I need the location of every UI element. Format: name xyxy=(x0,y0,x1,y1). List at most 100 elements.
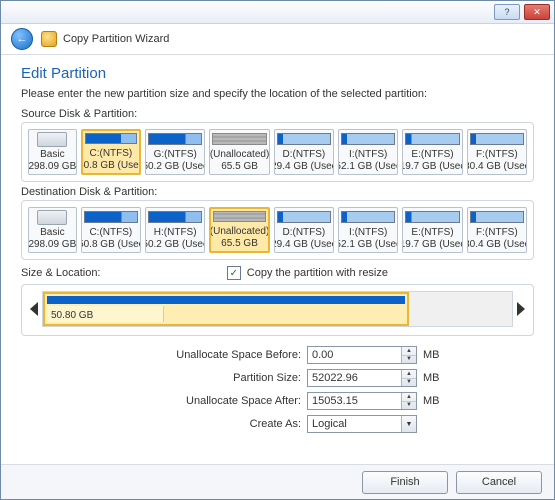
slider-fill[interactable]: 50.80 GB xyxy=(43,292,409,326)
source-partition-5[interactable]: E:(NTFS)19.7 GB (Usec xyxy=(402,129,462,175)
chevron-down-icon: ▼ xyxy=(401,416,416,432)
partition-size: 65.5 GB xyxy=(221,238,258,250)
wizard-window: ? ✕ ← Copy Partition Wizard Edit Partiti… xyxy=(0,0,555,500)
partition-size: 50.2 GB (Usec xyxy=(145,239,205,251)
source-partition-4[interactable]: I:(NTFS)52.1 GB (Usec xyxy=(338,129,398,175)
source-partition-6[interactable]: F:(NTFS)30.4 GB (Usec xyxy=(467,129,527,175)
value-create-as: Logical xyxy=(312,418,347,430)
source-partition-2[interactable]: (Unallocated)65.5 GB xyxy=(209,129,269,175)
finish-button[interactable]: Finish xyxy=(362,471,448,494)
partition-label: H:(NTFS) xyxy=(154,227,197,239)
partition-bar xyxy=(212,133,266,145)
help-button[interactable]: ? xyxy=(494,4,520,20)
row-create-as: Create As: Logical ▼ xyxy=(21,415,534,433)
partition-label: (Unallocated) xyxy=(210,149,269,161)
partition-size: 19.7 GB (Usec xyxy=(402,239,462,251)
partition-bar xyxy=(277,133,331,145)
dest-partition-6[interactable]: F:(NTFS)30.4 GB (Usec xyxy=(467,207,527,253)
dest-label: Destination Disk & Partition: xyxy=(21,186,534,198)
combo-create-as[interactable]: Logical ▼ xyxy=(307,415,417,433)
dest-partition-1[interactable]: H:(NTFS)50.2 GB (Usec xyxy=(145,207,205,253)
label-space-after: Unallocate Space After: xyxy=(21,395,307,407)
arrow-left-icon: ← xyxy=(17,33,28,45)
label-space-before: Unallocate Space Before: xyxy=(21,349,307,361)
dest-partition-4[interactable]: I:(NTFS)52.1 GB (Usec xyxy=(338,207,398,253)
back-button[interactable]: ← xyxy=(11,28,33,50)
slider-handle-left[interactable] xyxy=(30,302,38,316)
partition-size: 52.1 GB (Usec xyxy=(338,161,398,173)
partition-size: 30.4 GB (Usec xyxy=(467,161,527,173)
dest-disk-size: 298.09 GB xyxy=(28,239,76,251)
hdd-icon xyxy=(37,132,67,147)
size-slider[interactable]: 50.80 GB xyxy=(30,291,525,327)
size-location-row: Size & Location: ✓ Copy the partition wi… xyxy=(21,266,534,280)
partition-size: 50.8 GB (Usec xyxy=(81,239,141,251)
dest-partition-5[interactable]: E:(NTFS)19.7 GB (Usec xyxy=(402,207,462,253)
row-partition-size: Partition Size: 52022.96 ▲▼ MB xyxy=(21,369,534,387)
spinner-space-before[interactable]: ▲▼ xyxy=(401,347,416,363)
partition-bar xyxy=(405,211,459,223)
partition-bar xyxy=(148,211,202,223)
partition-label: I:(NTFS) xyxy=(349,227,387,239)
partition-bar xyxy=(85,133,137,144)
source-partition-0[interactable]: C:(NTFS)50.8 GB (Usec xyxy=(81,129,141,175)
page-title: Edit Partition xyxy=(21,65,534,82)
partition-bar xyxy=(341,133,395,145)
partition-label: G:(NTFS) xyxy=(154,149,197,161)
window-titlebar: ? ✕ xyxy=(1,1,554,24)
partition-size: 52.1 GB (Usec xyxy=(338,239,398,251)
hdd-icon xyxy=(37,210,67,225)
spinner-space-after[interactable]: ▲▼ xyxy=(401,393,416,409)
input-partition-size[interactable]: 52022.96 ▲▼ xyxy=(307,369,417,387)
field-rows: Unallocate Space Before: 0.00 ▲▼ MB Part… xyxy=(21,346,534,433)
dest-disk-tile[interactable]: Basic298.09 GB xyxy=(28,207,77,253)
spinner-partition-size[interactable]: ▲▼ xyxy=(401,370,416,386)
partition-bar xyxy=(341,211,395,223)
wizard-footer: Finish Cancel xyxy=(1,464,554,499)
source-partition-3[interactable]: D:(NTFS)29.4 GB (Usec xyxy=(274,129,334,175)
input-space-before[interactable]: 0.00 ▲▼ xyxy=(307,346,417,364)
slider-track[interactable]: 50.80 GB xyxy=(42,291,513,327)
partition-bar xyxy=(148,133,202,145)
partition-size: 50.2 GB (Usec xyxy=(145,161,205,173)
source-disk-tile[interactable]: Basic298.09 GB xyxy=(28,129,77,175)
dest-partition-0[interactable]: C:(NTFS)50.8 GB (Usec xyxy=(81,207,141,253)
source-disk-name: Basic xyxy=(40,149,64,161)
source-disk-size: 298.09 GB xyxy=(28,161,76,173)
copy-resize-checkbox[interactable]: ✓ xyxy=(227,266,241,280)
instruction-text: Please enter the new partition size and … xyxy=(21,88,534,100)
value-partition-size: 52022.96 xyxy=(312,372,358,384)
source-disk-panel: Basic298.09 GBC:(NTFS)50.8 GB (UsecG:(NT… xyxy=(21,122,534,182)
unit-size: MB xyxy=(423,372,440,384)
source-label: Source Disk & Partition: xyxy=(21,108,534,120)
label-create-as: Create As: xyxy=(21,418,307,430)
slider-used-bar xyxy=(47,296,405,304)
close-button[interactable]: ✕ xyxy=(524,4,550,20)
partition-label: E:(NTFS) xyxy=(411,149,453,161)
partition-bar xyxy=(470,211,524,223)
content-area: Edit Partition Please enter the new part… xyxy=(1,55,554,464)
row-space-before: Unallocate Space Before: 0.00 ▲▼ MB xyxy=(21,346,534,364)
partition-size: 19.7 GB (Usec xyxy=(402,161,462,173)
partition-label: D:(NTFS) xyxy=(282,149,325,161)
input-space-after[interactable]: 15053.15 ▲▼ xyxy=(307,392,417,410)
wizard-header: ← Copy Partition Wizard xyxy=(1,24,554,55)
partition-size: 50.8 GB (Usec xyxy=(81,160,141,172)
partition-label: D:(NTFS) xyxy=(282,227,325,239)
slider-handle-right[interactable] xyxy=(517,302,525,316)
dest-disk-panel: Basic298.09 GBC:(NTFS)50.8 GB (UsecH:(NT… xyxy=(21,200,534,260)
wizard-icon xyxy=(41,31,57,47)
partition-label: C:(NTFS) xyxy=(89,227,132,239)
row-space-after: Unallocate Space After: 15053.15 ▲▼ MB xyxy=(21,392,534,410)
copy-resize-label: Copy the partition with resize xyxy=(247,267,388,279)
partition-bar xyxy=(277,211,331,223)
slider-size-text: 50.80 GB xyxy=(51,310,93,321)
source-partition-1[interactable]: G:(NTFS)50.2 GB (Usec xyxy=(145,129,205,175)
unit-after: MB xyxy=(423,395,440,407)
cancel-button[interactable]: Cancel xyxy=(456,471,542,494)
size-location-label: Size & Location: xyxy=(21,267,101,279)
partition-size: 29.4 GB (Usec xyxy=(274,161,334,173)
dest-partition-3[interactable]: D:(NTFS)29.4 GB (Usec xyxy=(274,207,334,253)
value-space-before: 0.00 xyxy=(312,349,333,361)
dest-partition-2[interactable]: (Unallocated)65.5 GB xyxy=(209,207,269,253)
